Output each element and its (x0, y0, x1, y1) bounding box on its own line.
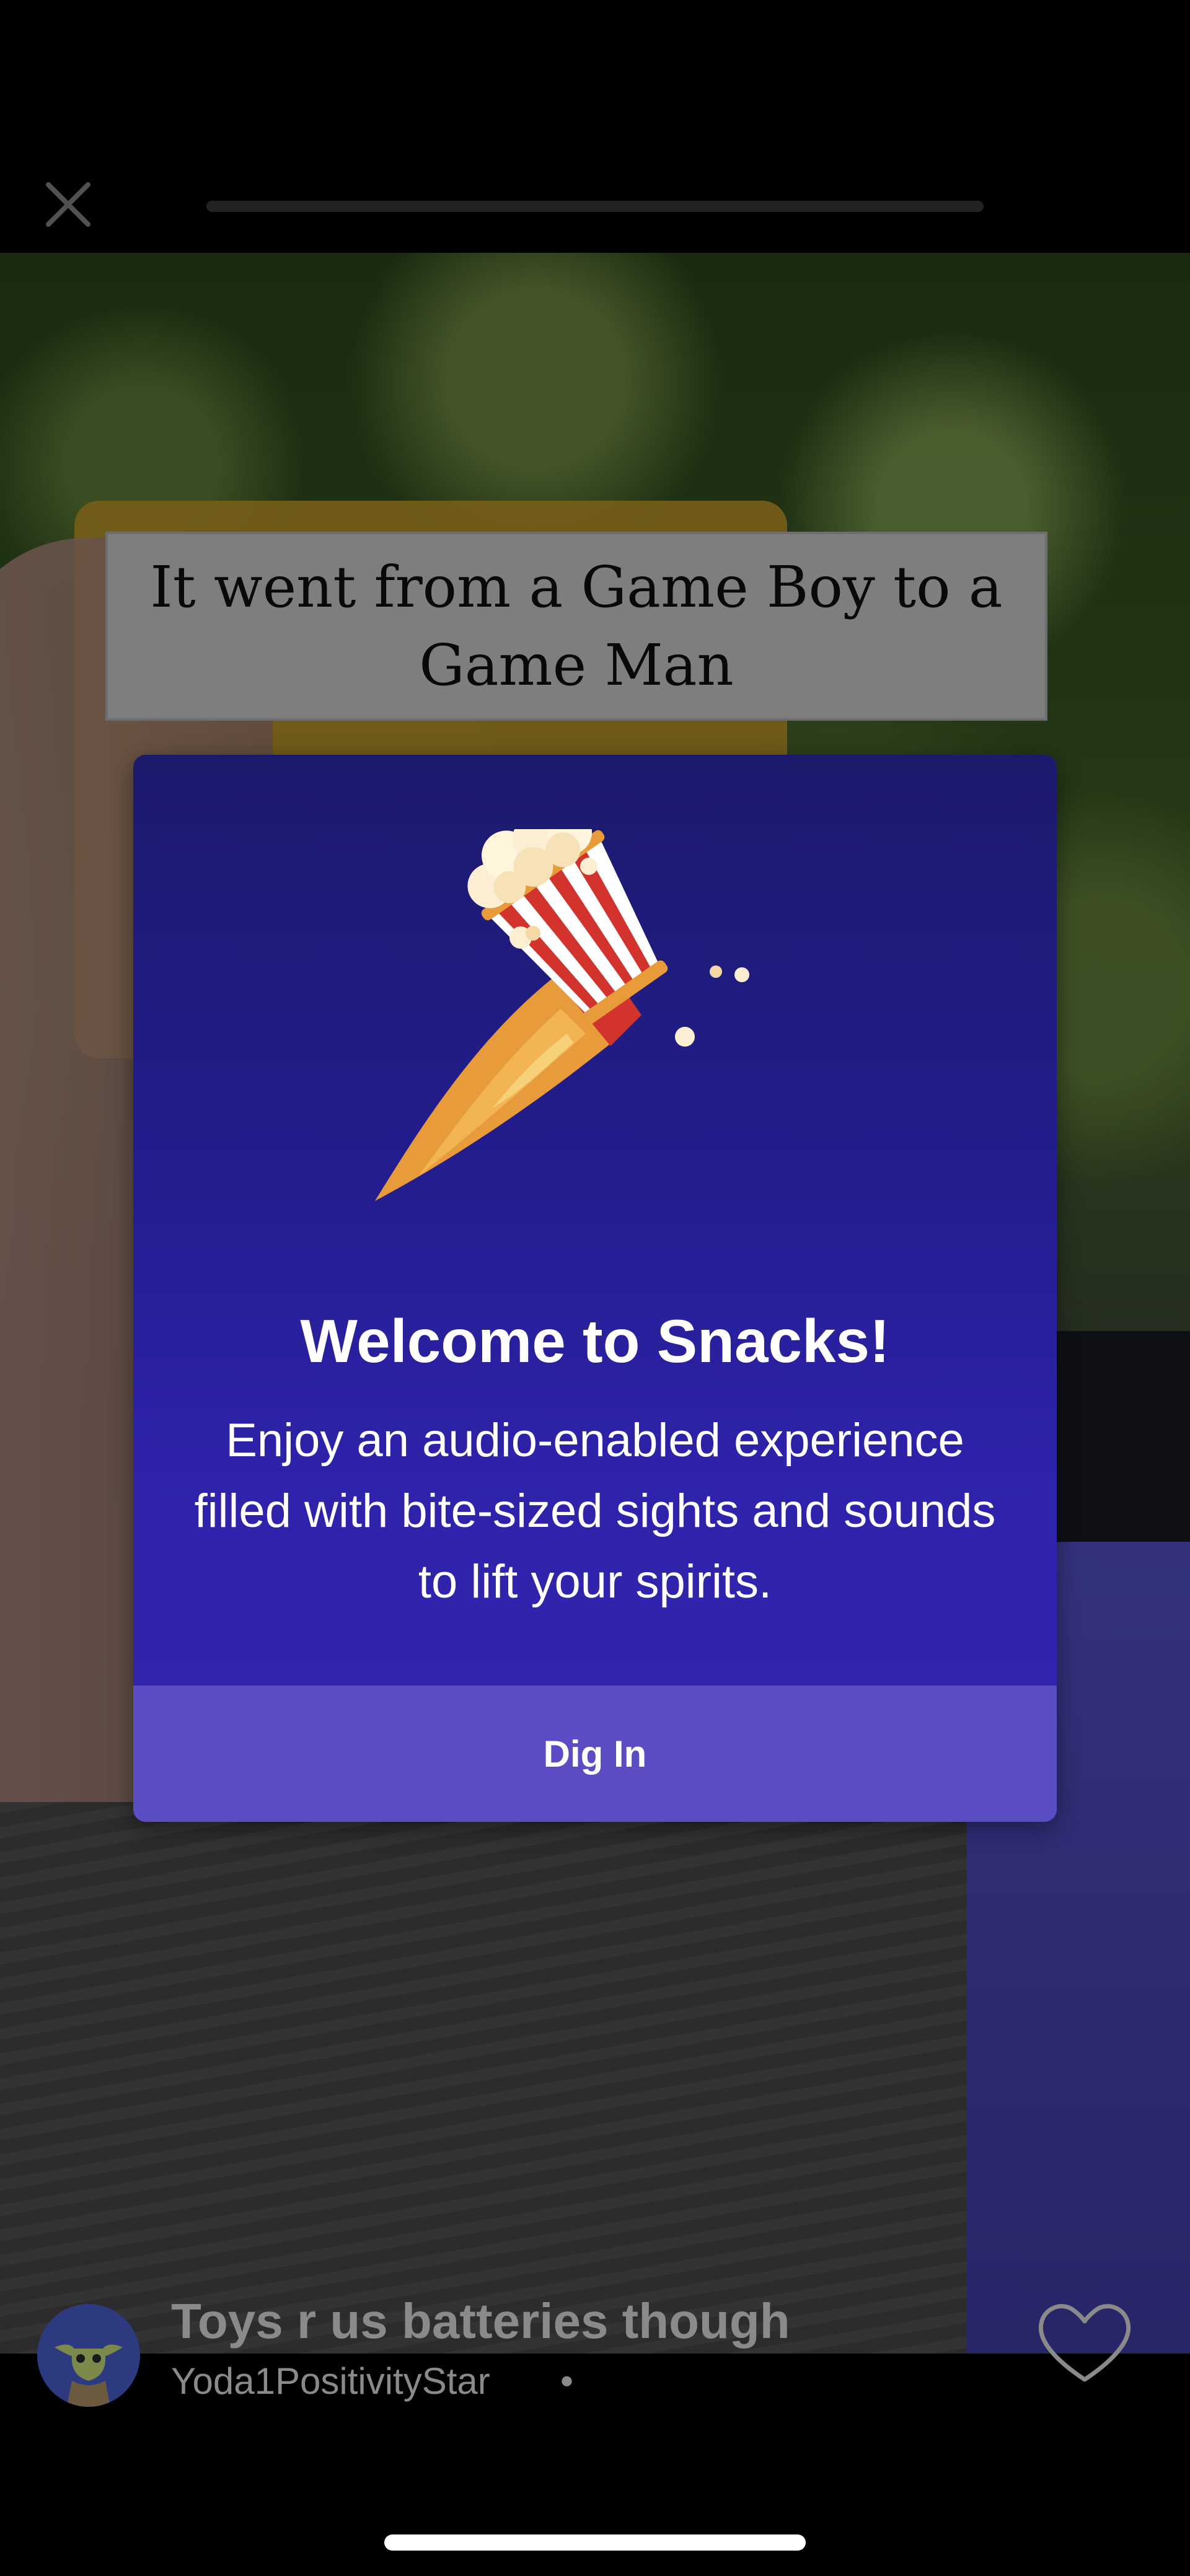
yoda-avatar-icon (37, 2304, 140, 2407)
popcorn-rocket-icon (375, 829, 749, 1201)
post-author[interactable]: Yoda1PositivityStar (171, 2360, 490, 2402)
author-avatar[interactable] (37, 2304, 140, 2407)
home-indicator[interactable] (384, 2534, 806, 2551)
post-title: Toys r us batteries though (171, 2293, 790, 2349)
like-button[interactable] (1029, 2293, 1140, 2392)
dialog-body: Enjoy an audio-enabled experience filled… (194, 1414, 996, 1608)
heart-icon (1038, 2304, 1131, 2382)
post-separator: • (560, 2360, 574, 2402)
dig-in-button[interactable]: Dig In (133, 1686, 1057, 1822)
welcome-dialog: Welcome to Snacks! Enjoy an audio-enable… (133, 755, 1057, 1822)
dialog-title: Welcome to Snacks! (300, 1307, 890, 1375)
